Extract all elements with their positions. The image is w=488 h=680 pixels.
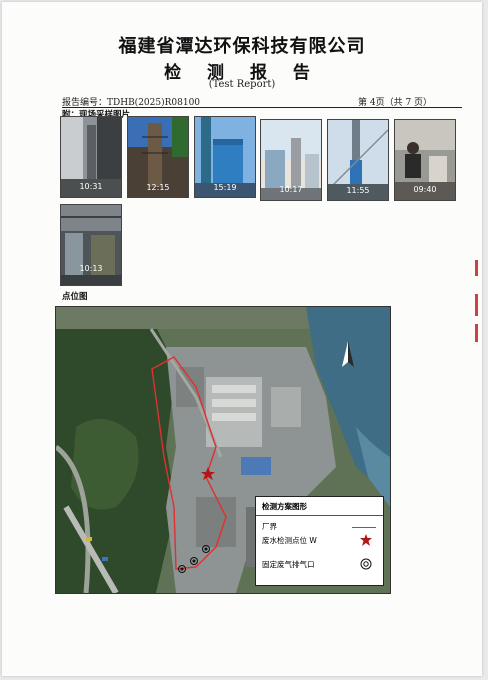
photo-timestamp: 15:19 xyxy=(213,183,236,192)
star-icon xyxy=(360,534,372,546)
legend-wastewater-label: 废水检测点位 W xyxy=(262,536,317,545)
site-photo-1: 10:31 xyxy=(60,116,122,198)
photo-timestamp: 11:55 xyxy=(346,186,369,195)
report-subtitle: (Test Report) xyxy=(208,79,276,90)
photo-timestamp: 12:15 xyxy=(146,183,169,192)
site-photo-7: 10:13 xyxy=(60,204,122,286)
site-photo-6: 09:40 xyxy=(394,119,456,201)
seal-edge-mark xyxy=(475,324,478,342)
legend-boundary-label: 厂界 xyxy=(262,522,277,531)
report-page: 福建省潭达环保科技有限公司 检 测 报 告 (Test Report) 报告编号… xyxy=(2,2,482,676)
site-photo-2: 12:15 xyxy=(127,116,189,198)
photo-timestamp: 10:13 xyxy=(79,264,102,273)
legend-title: 检测方案图形 xyxy=(262,502,307,511)
map-legend: 检测方案图形 厂界 废水检测点位 W 固定废气排气口 xyxy=(255,496,384,586)
photo-timestamp: 09:40 xyxy=(413,185,436,194)
map-label: 点位图 xyxy=(62,292,88,302)
site-location-map: 检测方案图形 厂界 废水检测点位 W 固定废气排气口 xyxy=(55,306,391,594)
seal-edge-mark xyxy=(475,294,478,316)
site-photo-4: 10:17 xyxy=(260,119,322,201)
seal-edge-mark xyxy=(475,260,478,276)
company-name: 福建省潭达环保科技有限公司 xyxy=(118,36,366,57)
legend-divider xyxy=(256,515,383,516)
photo-timestamp: 10:31 xyxy=(79,182,102,191)
legend-boundary-line xyxy=(352,527,376,528)
legend-exhaust-label: 固定废气排气口 xyxy=(262,560,315,569)
double-circle-icon xyxy=(360,558,372,570)
photo-timestamp: 10:17 xyxy=(279,185,302,194)
site-photo-3: 15:19 xyxy=(194,116,256,198)
site-photo-5: 11:55 xyxy=(327,119,389,201)
